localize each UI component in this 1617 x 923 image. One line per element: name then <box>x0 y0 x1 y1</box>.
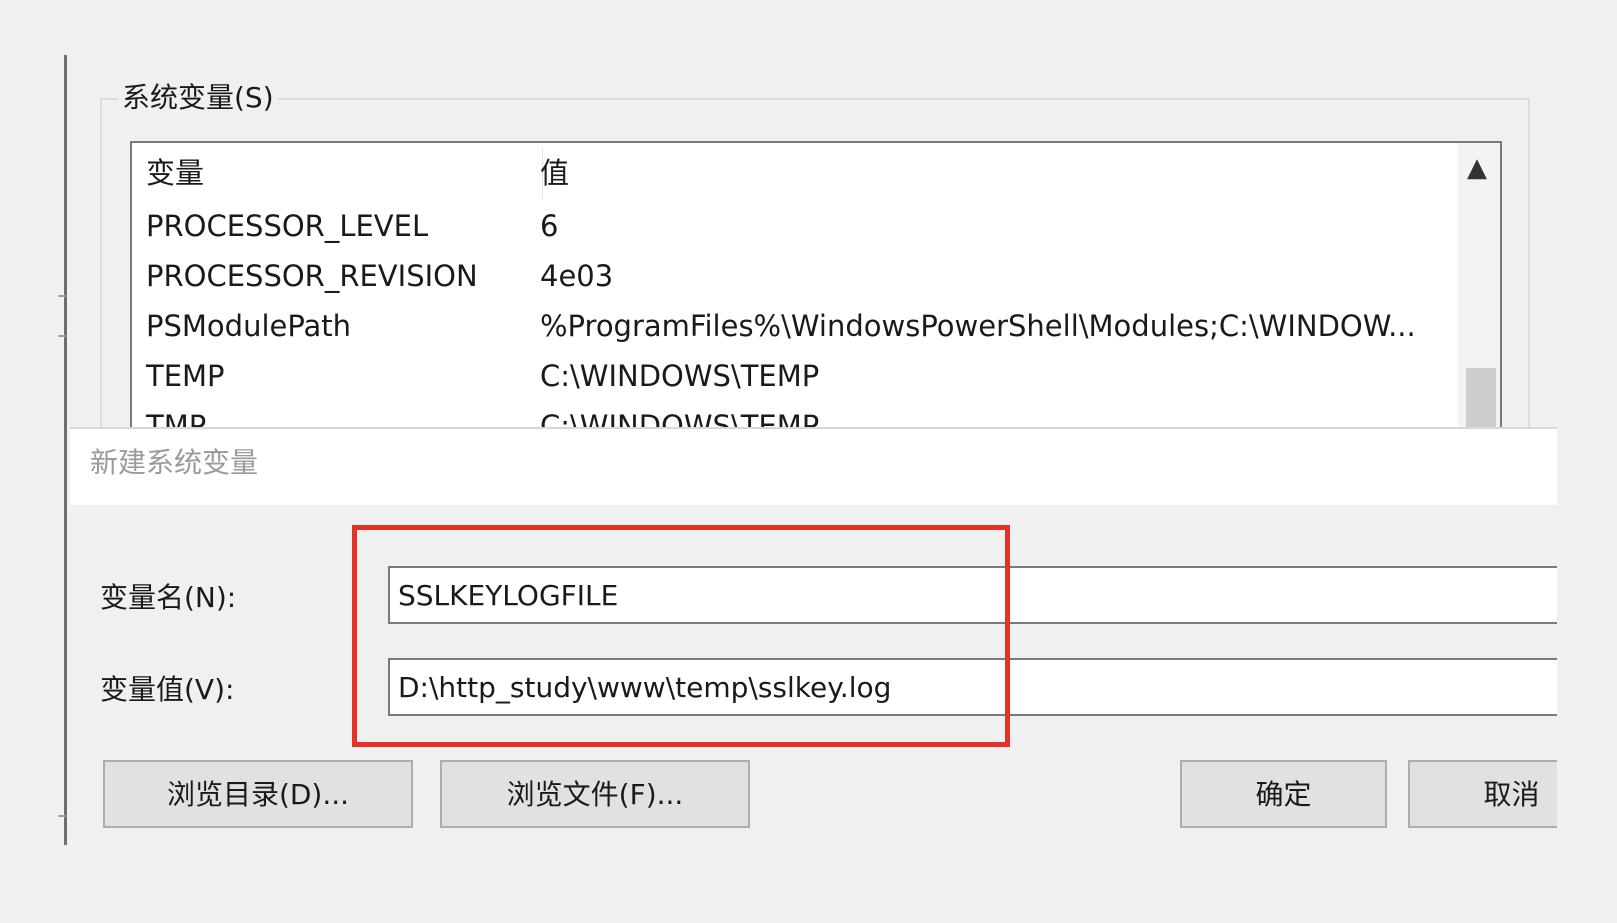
list-row[interactable]: PROCESSOR_REVISION 4e03 <box>132 251 1458 301</box>
variable-name-label: 变量名(N): <box>100 581 237 614</box>
window-edge-tick <box>58 295 66 297</box>
window-left-edge <box>64 55 67 845</box>
window-edge-tick <box>58 335 66 337</box>
system-variables-title: 系统变量(S) <box>118 78 278 118</box>
browse-directory-button[interactable]: 浏览目录(D)... <box>103 760 413 828</box>
variable-name-input[interactable] <box>388 566 1568 624</box>
row-variable-value: C:\WINDOWS\TEMP <box>540 359 820 393</box>
browse-file-button[interactable]: 浏览文件(F)... <box>440 760 750 828</box>
column-header-variable[interactable]: 变量 <box>146 153 204 193</box>
list-header: 变量 值 <box>132 143 1458 203</box>
row-variable-name: TEMP <box>146 359 225 393</box>
row-variable-name: PROCESSOR_REVISION <box>146 259 478 293</box>
row-variable-name: PSModulePath <box>146 309 352 343</box>
row-variable-name: PROCESSOR_LEVEL <box>146 209 429 243</box>
list-scrollbar[interactable]: ▲ <box>1458 143 1500 439</box>
list-row[interactable]: PSModulePath %ProgramFiles%\WindowsPower… <box>132 301 1458 351</box>
variable-value-input[interactable] <box>388 658 1568 716</box>
dialog-title: 新建系统变量 <box>90 446 259 479</box>
window-edge-tick <box>58 815 66 817</box>
row-variable-value: %ProgramFiles%\WindowsPowerShell\Modules… <box>540 309 1416 343</box>
list-row[interactable]: TEMP C:\WINDOWS\TEMP <box>132 351 1458 401</box>
list-row[interactable]: PROCESSOR_LEVEL 6 <box>132 201 1458 251</box>
variable-value-label: 变量值(V): <box>100 673 235 706</box>
screenshot-right-margin <box>1557 0 1617 923</box>
chevron-up-icon[interactable]: ▲ <box>1467 155 1487 181</box>
column-header-value[interactable]: 值 <box>540 153 569 193</box>
row-variable-value: 6 <box>540 209 559 243</box>
row-variable-value: 4e03 <box>540 259 614 293</box>
system-variables-list[interactable]: 变量 值 PROCESSOR_LEVEL 6 PROCESSOR_REVISIO… <box>130 141 1502 441</box>
ok-button[interactable]: 确定 <box>1180 760 1387 828</box>
dialog-titlebar[interactable]: 新建系统变量 <box>70 427 1560 505</box>
